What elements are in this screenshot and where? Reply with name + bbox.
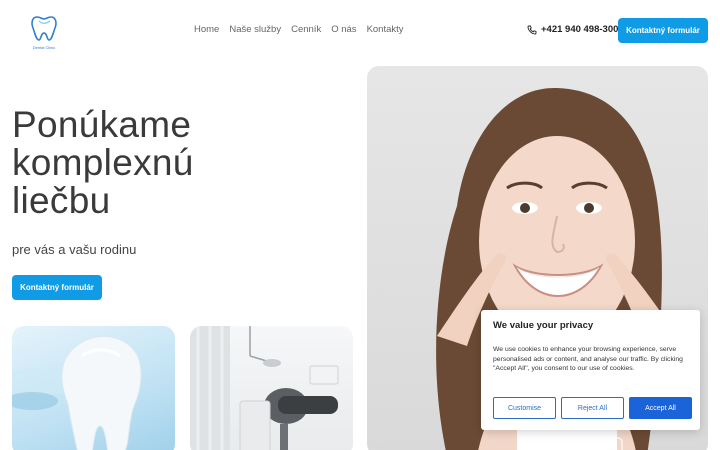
hero-title-line: liečbu <box>12 180 111 221</box>
nav-home[interactable]: Home <box>194 24 219 35</box>
header-contact-button[interactable]: Kontaktný formulár <box>618 18 708 43</box>
clinic-image-card <box>190 326 353 450</box>
accept-all-button[interactable]: Accept All <box>629 397 692 419</box>
nav-pricing[interactable]: Cenník <box>291 24 321 35</box>
hero-subtitle: pre vás a vašu rodinu <box>12 242 137 257</box>
cookie-consent-dialog: We value your privacy We use cookies to … <box>481 310 700 430</box>
hero-title-line: Ponúkame <box>12 104 192 145</box>
logo-text: Dental Clinic <box>32 45 56 50</box>
hero-title-line: komplexnú <box>12 142 194 183</box>
customise-button[interactable]: Customise <box>493 397 556 419</box>
hero-contact-button[interactable]: Kontaktný formulár <box>12 275 102 300</box>
hero-title: Ponúkame komplexnú liečbu <box>12 106 312 220</box>
tooth-logo-icon <box>31 16 57 41</box>
nav-about[interactable]: O nás <box>331 24 356 35</box>
phone-link[interactable]: +421 940 498-300 <box>527 24 618 35</box>
main-nav: Home Naše služby Cenník O nás Kontakty <box>194 24 404 35</box>
phone-number: +421 940 498-300 <box>541 24 619 35</box>
cookie-title: We value your privacy <box>493 320 594 331</box>
nav-services[interactable]: Naše služby <box>229 24 281 35</box>
reject-all-button[interactable]: Reject All <box>561 397 624 419</box>
logo[interactable]: Dental Clinic <box>28 12 60 52</box>
nav-contacts[interactable]: Kontakty <box>367 24 404 35</box>
cookie-text: We use cookies to enhance your browsing … <box>493 346 683 372</box>
phone-icon <box>527 25 537 34</box>
tooth-image-card <box>12 326 175 450</box>
